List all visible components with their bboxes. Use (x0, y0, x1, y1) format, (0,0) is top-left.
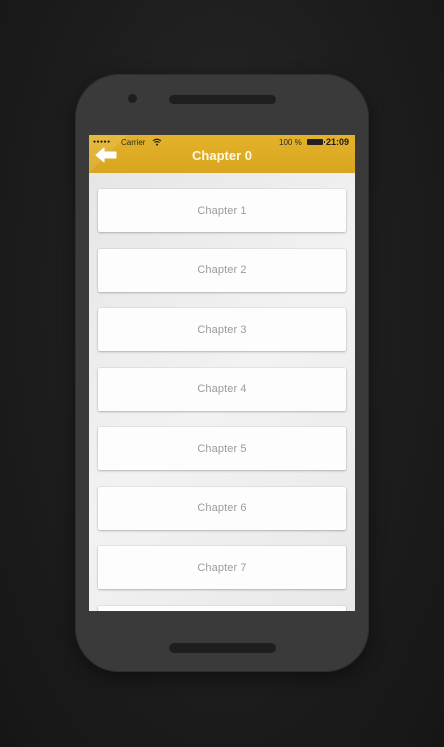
status-time: 21:09 (326, 137, 350, 147)
camera-icon (128, 94, 137, 103)
navigation-bar: ●●●●● Carrier 100 % 21:09 Chapter 0 (89, 135, 355, 173)
chapter-label: Chapter 2 (197, 264, 247, 276)
battery-percent: 100 % (279, 138, 302, 147)
battery-icon (307, 139, 325, 145)
chapter-item-3[interactable]: Chapter 3 (98, 308, 346, 351)
app-screen: ●●●●● Carrier 100 % 21:09 Chapter 0 Chap… (89, 135, 355, 611)
chapter-label: Chapter 3 (197, 323, 247, 336)
speaker-grille (169, 95, 276, 104)
carrier-label: Carrier (121, 138, 146, 147)
chapter-list-container: Chapter 1 Chapter 2 Chapter 3 Chapter 4 … (89, 173, 355, 611)
chapter-list: Chapter 1 Chapter 2 Chapter 3 Chapter 4 … (98, 189, 346, 611)
chapter-item-4[interactable]: Chapter 4 (98, 367, 346, 411)
chapter-item-2[interactable]: Chapter 2 (98, 248, 346, 292)
page-title: Chapter 0 (192, 148, 252, 163)
chapter-item-7[interactable]: Chapter 7 (98, 546, 346, 589)
chapter-item-5[interactable]: Chapter 5 (98, 427, 346, 470)
home-button[interactable] (169, 643, 276, 653)
status-bar: ●●●●● Carrier 100 % 21:09 (89, 135, 355, 149)
chapter-label: Chapter 5 (197, 442, 247, 455)
phone-frame: ●●●●● Carrier 100 % 21:09 Chapter 0 Chap… (75, 74, 369, 672)
chapter-label: Chapter 6 (197, 502, 247, 514)
chapter-label: Chapter 7 (197, 561, 247, 574)
signal-strength-icon: ●●●●● (93, 139, 111, 145)
chapter-label: Chapter 4 (197, 383, 247, 395)
wifi-icon (152, 138, 162, 146)
chapter-item-6[interactable]: Chapter 6 (98, 486, 346, 530)
chapter-item-1[interactable]: Chapter 1 (98, 189, 346, 232)
chapter-item-8[interactable] (98, 605, 346, 611)
chapter-label: Chapter 1 (197, 204, 247, 217)
